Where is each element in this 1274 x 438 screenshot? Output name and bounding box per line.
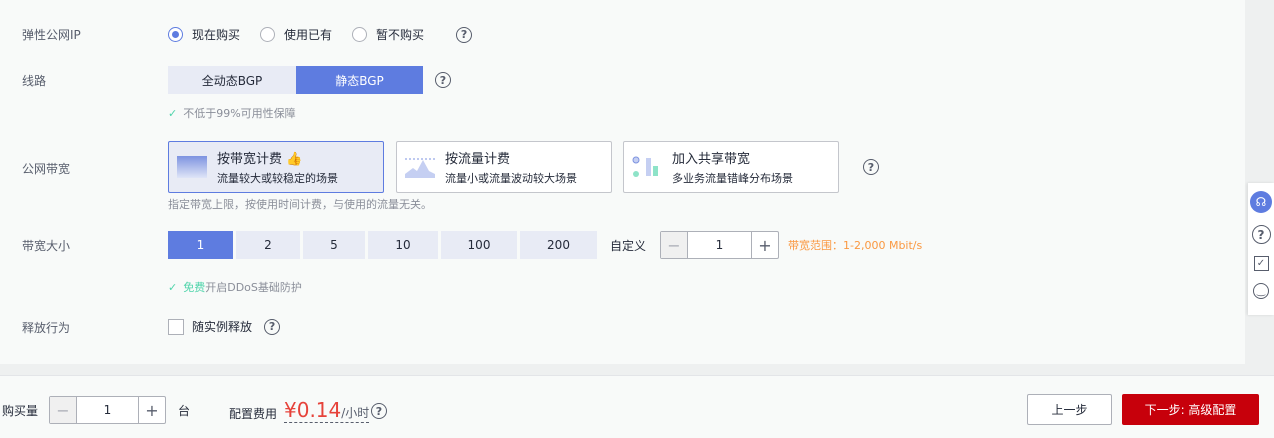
bandwidth-size-label: 带宽大小 [22,239,71,253]
footer-bar: 购买量 − 1 + 台 配置费用 ¥0.14/小时 ? 上一步 下一步: 高级配… [0,375,1274,438]
price-unit: /小时 [341,406,370,420]
bandwidth-option-2[interactable]: 2 [236,231,300,259]
line-option-static-bgp[interactable]: 静态BGP [296,66,423,94]
prev-step-button[interactable]: 上一步 [1027,394,1112,425]
radio-label: 使用已有 [284,28,333,42]
increment-button[interactable]: + [139,397,165,423]
card-traffic-billing[interactable]: 按流量计费流量小或流量波动较大场景 [396,141,612,193]
card-title: 按流量计费 [445,152,511,167]
release-checkbox-label: 随实例释放 [192,320,253,334]
card-sub: 流量较大或较稳定的场景 [217,172,338,185]
smile-icon[interactable]: ‿ [1253,283,1269,299]
help-icon[interactable]: ? [456,26,473,43]
release-checkbox[interactable] [168,318,184,335]
bandwidth-stepper[interactable]: − 1 + [660,231,779,259]
card-bandwidth-billing[interactable]: 按带宽计费 👍 流量较大或较稳定的场景 [168,141,384,193]
line-label: 线路 [22,74,47,88]
bandwidth-option-1[interactable]: 1 [168,231,233,259]
side-toolbar: ☊ ? ✓ ‿ [1248,183,1274,315]
card-title: 按带宽计费 [217,152,283,167]
line-option-dynamic-bgp[interactable]: 全动态BGP [168,66,296,94]
ddos-free: 免费 [183,281,206,294]
bandwidth-type-note: 指定带宽上限，按使用时间计费，与使用的流量无关。 [168,198,432,211]
ddos-text: 开启DDoS基础防护 [205,281,302,294]
help-icon[interactable]: ? [435,72,451,88]
bandwidth-range: 带宽范围：1-2,000 Mbit/s [788,239,923,252]
help-icon[interactable]: ? [264,318,281,335]
bandwidth-option-100[interactable]: 100 [441,231,517,259]
radio-circle [352,27,368,42]
release-label: 释放行为 [22,321,71,335]
check-circle-icon: ✓ [168,280,178,294]
radio-circle [168,27,183,42]
bandwidth-value[interactable]: 1 [687,232,752,258]
headset-icon[interactable]: ☊ [1250,191,1272,213]
radio-use-existing[interactable]: 使用已有 [260,26,332,43]
config-panel: 弹性公网IP 现在购买 使用已有 暂不购买 ? 线路 全动态BGP 静态BGP … [0,0,1245,364]
card-sub: 流量小或流量波动较大场景 [445,172,577,185]
bandwidth-chart-icon [177,156,207,178]
help-icon[interactable]: ? [1251,225,1271,244]
bandwidth-option-10[interactable]: 10 [368,231,438,259]
radio-circle [260,27,276,42]
unit-label: 台 [178,404,191,418]
quantity-stepper[interactable]: − 1 + [49,396,166,424]
increment-button[interactable]: + [752,232,778,258]
bandwidth-option-200[interactable]: 200 [520,231,597,259]
shared-bandwidth-icon [632,156,658,177]
radio-label: 暂不购买 [376,28,425,42]
help-icon[interactable]: ? [863,159,879,175]
price[interactable]: ¥0.14/小时 [284,398,370,423]
check-circle-icon: ✓ [168,106,178,120]
radio-not-buy[interactable]: 暂不购买 [352,26,424,43]
feedback-icon[interactable]: ✓ [1253,256,1269,271]
bandwidth-type-label: 公网带宽 [22,162,71,176]
traffic-chart-icon [405,158,435,178]
help-icon[interactable]: ? [371,403,387,419]
bandwidth-option-5[interactable]: 5 [303,231,365,259]
line-note: 不低于99%可用性保障 [183,107,296,120]
eip-label: 弹性公网IP [22,28,81,42]
fee-label: 配置费用 [229,407,278,421]
decrement-button[interactable]: − [50,397,76,423]
thumbs-up-icon: 👍 [286,152,303,167]
radio-buy-now[interactable]: 现在购买 [168,26,240,43]
card-sub: 多业务流量错峰分布场景 [672,172,793,185]
custom-label: 自定义 [610,238,647,253]
next-step-button[interactable]: 下一步: 高级配置 [1122,394,1259,425]
decrement-button[interactable]: − [661,232,687,258]
quantity-value[interactable]: 1 [76,397,139,423]
card-shared-bandwidth[interactable]: 加入共享带宽多业务流量错峰分布场景 [623,141,839,193]
quantity-label: 购买量 [2,404,39,418]
radio-label: 现在购买 [192,28,241,42]
price-value: ¥0.14 [284,398,342,422]
card-title: 加入共享带宽 [672,152,751,167]
